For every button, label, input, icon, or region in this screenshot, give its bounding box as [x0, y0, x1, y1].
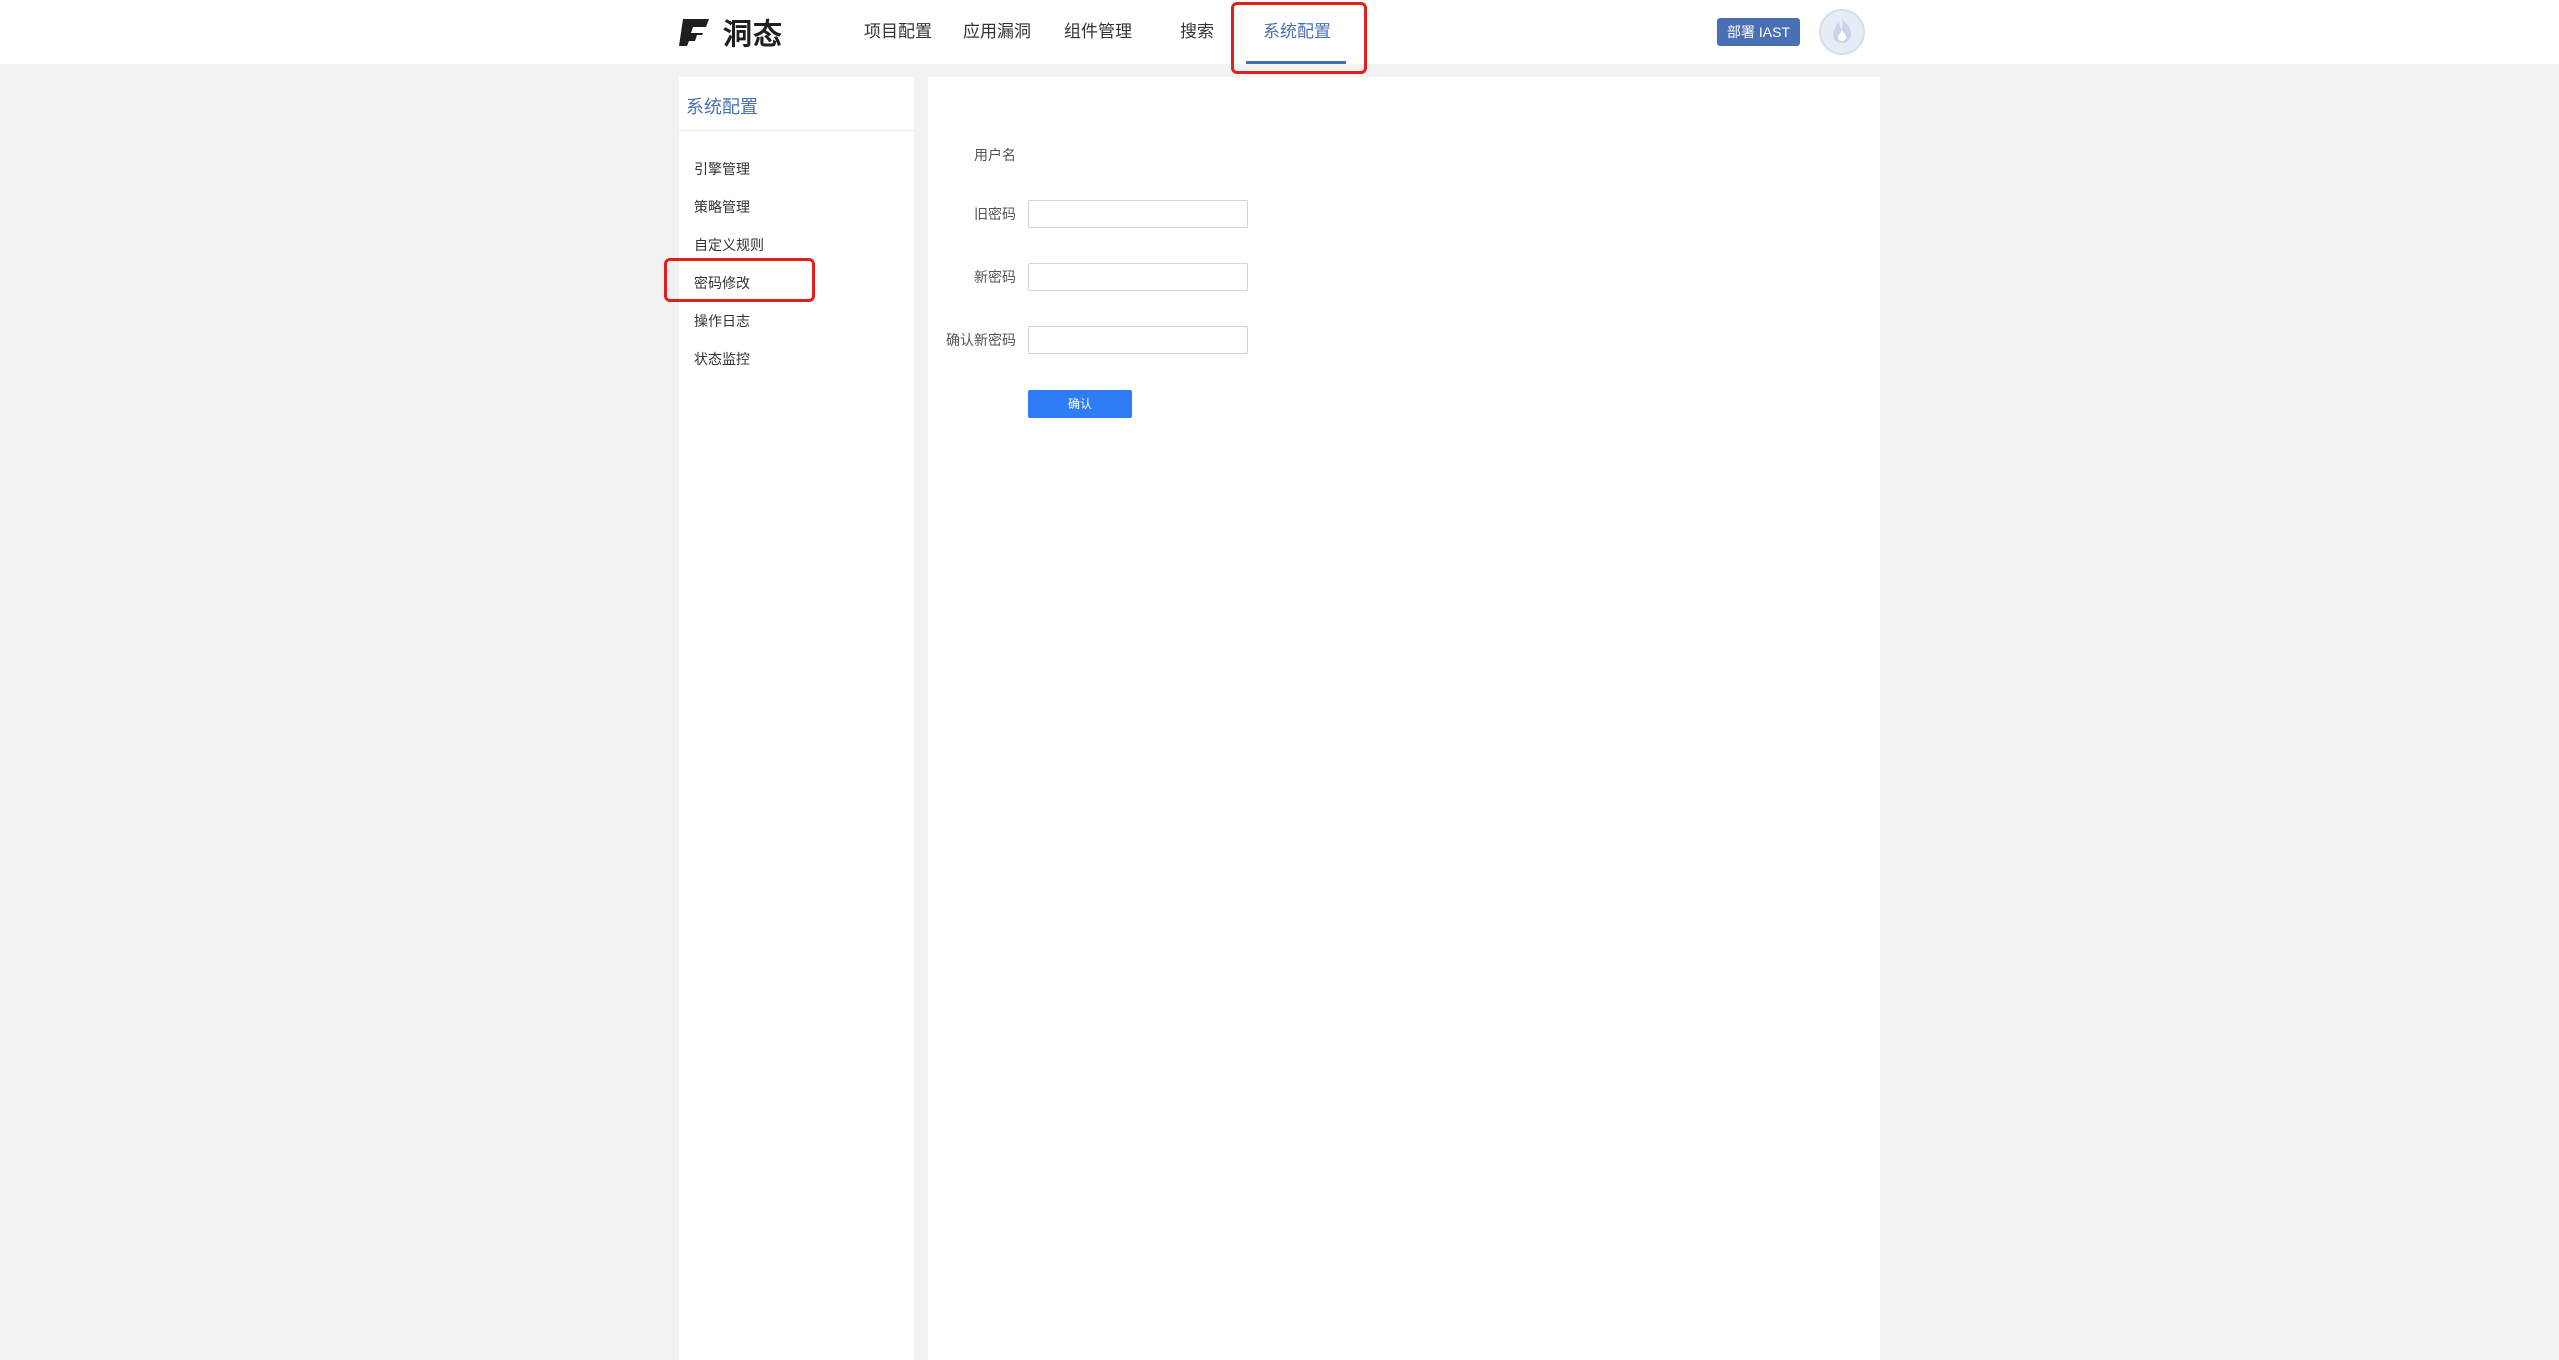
top-navigation-bar: 洞态 项目配置 应用漏洞 组件管理 搜索 系统配置 部署 IAST — [0, 0, 2559, 74]
brand-name: 洞态 — [723, 17, 784, 51]
sidebar-item-policy-management[interactable]: 策略管理 — [694, 197, 750, 217]
confirm-password-input[interactable] — [1028, 326, 1248, 354]
nav-item-search[interactable]: 搜索 — [1180, 0, 1214, 64]
confirm-password-label: 确认新密码 — [946, 333, 1016, 349]
confirm-button[interactable]: 确认 — [1028, 390, 1132, 418]
brand-logo[interactable]: 洞态 — [679, 16, 783, 51]
nav-item-app-vulnerabilities[interactable]: 应用漏洞 — [963, 0, 1031, 64]
flame-icon — [1829, 15, 1855, 49]
new-password-input[interactable] — [1028, 263, 1248, 291]
nav-item-system-config[interactable]: 系统配置 — [1263, 0, 1331, 64]
password-change-panel: 用户名 旧密码 新密码 确认新密码 确认 — [928, 77, 1880, 1360]
nav-item-component-management[interactable]: 组件管理 — [1064, 0, 1132, 64]
old-password-input[interactable] — [1028, 200, 1248, 228]
sidebar-divider — [679, 130, 914, 131]
nav-item-project-config[interactable]: 项目配置 — [864, 0, 932, 64]
user-avatar[interactable] — [1819, 9, 1865, 55]
sidebar-item-engine-management[interactable]: 引擎管理 — [694, 159, 750, 179]
username-label: 用户名 — [974, 148, 1016, 164]
new-password-label: 新密码 — [974, 270, 1016, 286]
old-password-label: 旧密码 — [974, 207, 1016, 223]
sidebar-title: 系统配置 — [686, 97, 758, 118]
sidebar-item-custom-rules[interactable]: 自定义规则 — [694, 235, 764, 255]
deploy-iast-button[interactable]: 部署 IAST — [1717, 18, 1800, 46]
sidebar-item-status-monitor[interactable]: 状态监控 — [694, 349, 750, 369]
nav-active-indicator — [1246, 61, 1346, 64]
logo-icon — [679, 17, 713, 47]
sidebar-item-password-change[interactable]: 密码修改 — [694, 273, 750, 293]
sidebar-item-operation-log[interactable]: 操作日志 — [694, 311, 750, 331]
